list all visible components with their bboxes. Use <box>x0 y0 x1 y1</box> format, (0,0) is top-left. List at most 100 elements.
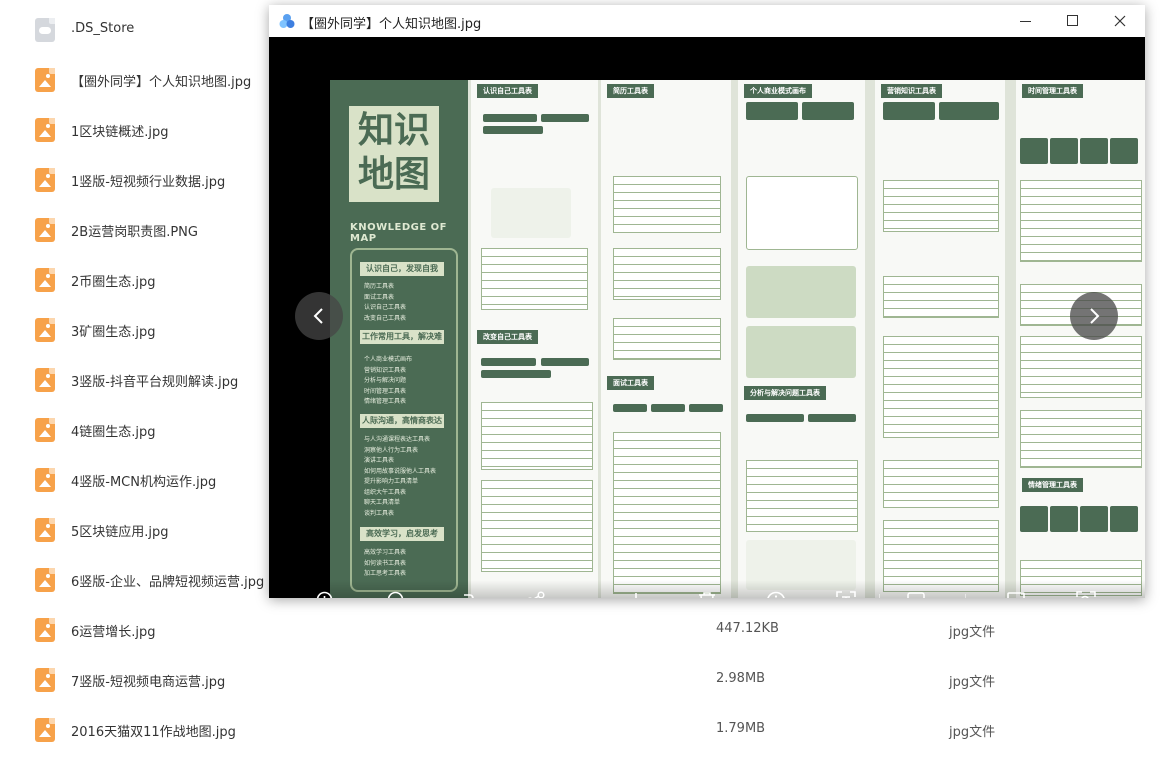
previous-image-button[interactable] <box>295 292 343 340</box>
poster-menu-item: 个人商业模式画布 <box>364 356 413 363</box>
download-icon <box>635 593 637 598</box>
poster-section-2-list: 个人商业模式画布 营销知识工具表 分析与解决问题 时间管理工具表 情绪管理工具表 <box>364 355 412 408</box>
poster-menu-item: 与人沟通课程表达工具表 <box>364 436 431 443</box>
poster-menu-item: 洞察他人行为工具表 <box>364 446 419 454</box>
image-search-button[interactable] <box>1075 590 1097 598</box>
poster-column-4: 营销知识工具表 <box>875 80 1005 598</box>
poster-menu-item: 面试工具表 <box>364 293 395 301</box>
minimize-button[interactable] <box>1011 9 1041 33</box>
poster-menu-item: 分析与解决问题 <box>364 377 407 384</box>
file-row[interactable]: 7竖版-短视频电商运营.jpg 2.98MB jpg文件 <box>0 657 1161 707</box>
file-name: 5区块链应用.jpg <box>71 525 169 540</box>
info-icon <box>767 591 785 598</box>
delete-button[interactable] <box>696 590 718 598</box>
image-file-icon <box>35 518 55 542</box>
poster-menu-item: 演讲工具表 <box>364 457 395 464</box>
poster-menu-item: 营销知识工具表 <box>364 366 407 374</box>
image-file-icon <box>35 668 55 692</box>
file-row[interactable]: 6运营增长.jpg 447.12KB jpg文件 <box>0 607 1161 657</box>
file-type: jpg文件 <box>949 625 996 640</box>
image-display-area[interactable]: 知识 地图 KNOWLEDGE OF MAP 认识自己，发现自我 简历工具表面试… <box>269 37 1145 598</box>
poster-section-2: 工作常用工具，解决难题 <box>360 330 444 355</box>
poster-menu-item: 简历工具表 <box>364 283 395 290</box>
file-row[interactable]: 2016天猫双11作战地图.jpg 1.79MB jpg文件 <box>0 707 1161 757</box>
file-name: 7竖版-短视频电商运营.jpg <box>71 675 226 690</box>
file-name: 4链圈生态.jpg <box>71 425 156 440</box>
file-size: 447.12KB <box>716 621 779 636</box>
image-file-icon <box>35 568 55 592</box>
file-name: .DS_Store <box>71 21 135 36</box>
text-recognize-button[interactable] <box>835 590 857 598</box>
poster-menu-item: 改变自己工具表 <box>364 314 407 322</box>
fullscreen-button[interactable] <box>1005 590 1027 598</box>
maximize-button[interactable] <box>1058 9 1088 33</box>
poster-section-4: 高效学习，启发思考 <box>360 527 444 541</box>
poster-menu-item: 如何读书工具表 <box>364 559 407 567</box>
image-file-icon <box>35 118 55 142</box>
zoom-in-icon <box>316 591 333 598</box>
poster-section-1-list: 简历工具表面试工具表认识自己工具表 改变自己工具表 <box>364 282 406 324</box>
poster-title-line1: 知识 <box>357 109 430 151</box>
close-icon <box>1114 15 1126 27</box>
file-name: 【圈外同学】个人知识地图.jpg <box>71 75 252 90</box>
chevron-right-icon <box>1090 308 1100 324</box>
image-viewer-window: 【圈外同学】个人知识地图.jpg 知识 地图 KNOWLEDGE OF MAP … <box>269 5 1145 598</box>
zoom-out-button[interactable] <box>386 590 408 598</box>
file-name: 1竖版-短视频行业数据.jpg <box>71 175 226 190</box>
poster-menu-item: 如何用故事说服他人工具表 <box>364 467 437 475</box>
toolbar-separator <box>879 594 880 598</box>
next-image-button[interactable] <box>1070 292 1118 340</box>
file-type: jpg文件 <box>949 675 996 690</box>
poster-column-head: 营销知识工具表 <box>881 84 942 98</box>
zoom-out-icon <box>387 591 404 598</box>
file-name: 6运营增长.jpg <box>71 625 156 640</box>
poster-subtitle: KNOWLEDGE OF MAP <box>350 222 448 244</box>
file-name: 2币圈生态.jpg <box>71 275 156 290</box>
poster-left-panel: 知识 地图 KNOWLEDGE OF MAP 认识自己，发现自我 简历工具表面试… <box>330 80 468 598</box>
edit-button[interactable] <box>905 590 927 598</box>
file-name: 3竖版-抖音平台规则解读.jpg <box>71 375 239 390</box>
info-button[interactable] <box>765 590 787 598</box>
download-button[interactable] <box>625 590 647 598</box>
poster-column-2: 简历工具表 面试工具表 <box>601 80 731 598</box>
chevron-left-icon <box>313 308 323 324</box>
poster-section-3: 人际沟通，高情商表达 <box>360 414 444 428</box>
image-file-icon <box>35 718 55 742</box>
zoom-in-button[interactable] <box>315 590 337 598</box>
knowledge-map-poster: 知识 地图 KNOWLEDGE OF MAP 认识自己，发现自我 简历工具表面试… <box>330 80 1145 598</box>
file-size: 1.79MB <box>716 721 766 736</box>
image-file-icon <box>35 468 55 492</box>
toolbar-separator <box>965 594 966 598</box>
edit-icon <box>907 592 925 598</box>
poster-menu-item: 谈判工具表 <box>364 509 395 517</box>
image-file-icon <box>35 318 55 342</box>
poster-menu-item: 组织大午工具表 <box>364 488 407 496</box>
file-size: 2.98MB <box>716 671 766 686</box>
minimize-icon <box>1020 21 1031 22</box>
close-button[interactable] <box>1105 9 1135 33</box>
poster-menu-item: 情绪管理工具表 <box>364 398 407 405</box>
poster-section-1: 认识自己，发现自我 <box>360 262 444 276</box>
poster-column-head: 个人商业模式画布 <box>744 84 812 98</box>
file-name: 2B运营岗职责图.PNG <box>71 225 198 240</box>
poster-menu-item: 认识自己工具表 <box>364 304 407 311</box>
poster-menu-item: 提升影响力工具清单 <box>364 478 419 485</box>
image-search-icon <box>1076 591 1096 598</box>
image-file-icon <box>35 368 55 392</box>
image-file-icon <box>35 168 55 192</box>
poster-menu-item: 高效学习工具表 <box>364 549 407 556</box>
file-type: jpg文件 <box>949 725 996 740</box>
image-file-icon <box>35 268 55 292</box>
viewer-app-icon <box>279 14 295 28</box>
poster-column-head: 简历工具表 <box>607 84 654 98</box>
cloud-file-icon <box>35 18 55 42</box>
rotate-icon <box>464 594 474 598</box>
file-name: 4竖版-MCN机构运作.jpg <box>71 475 217 490</box>
poster-title: 知识 地图 <box>349 106 439 202</box>
poster-column-head: 时间管理工具表 <box>1022 84 1083 98</box>
poster-menu-item: 时间管理工具表 <box>364 387 407 395</box>
share-button[interactable] <box>525 590 547 598</box>
rotate-button[interactable] <box>455 590 477 598</box>
file-name: 1区块链概述.jpg <box>71 125 169 140</box>
viewer-titlebar[interactable]: 【圈外同学】个人知识地图.jpg <box>269 5 1145 37</box>
